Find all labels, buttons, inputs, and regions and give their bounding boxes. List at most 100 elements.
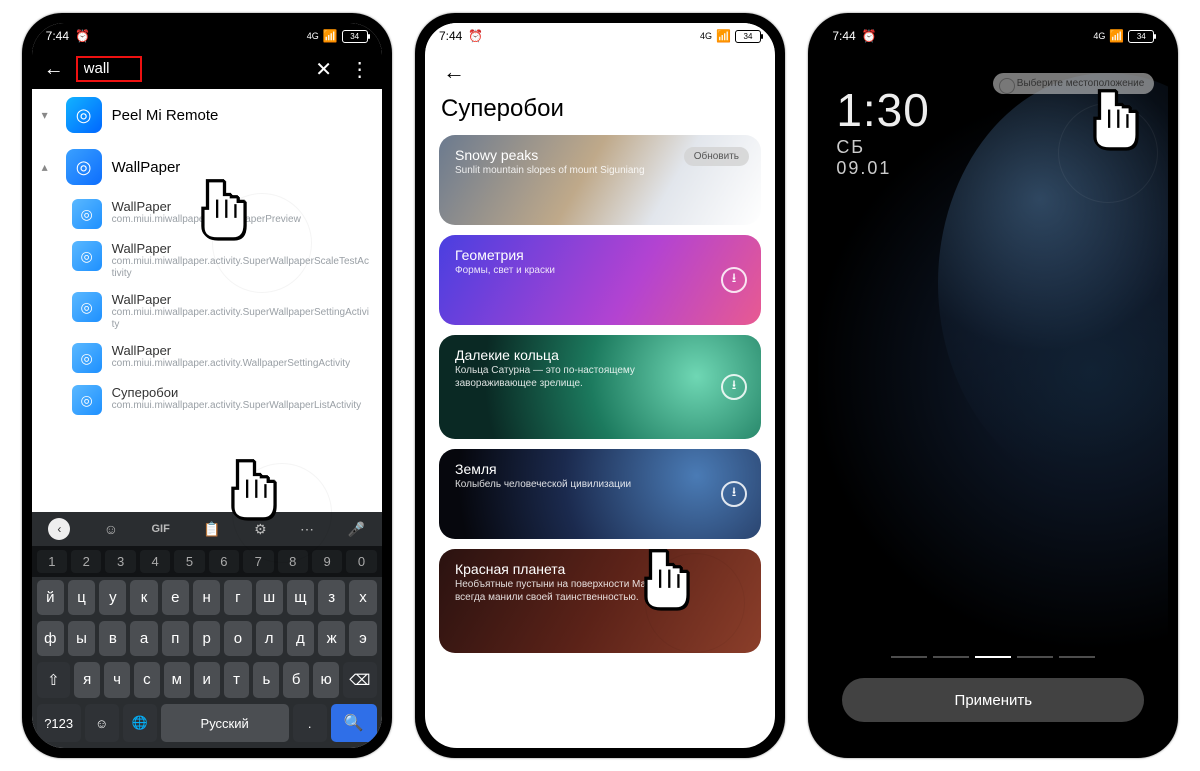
kb-key[interactable]: м: [164, 662, 190, 698]
wallpaper-card[interactable]: Snowy peaks Sunlit mountain slopes of mo…: [439, 135, 761, 225]
kb-key[interactable]: п: [162, 621, 189, 656]
location-pill[interactable]: Выберите местоположение: [993, 73, 1155, 94]
download-icon[interactable]: ⭳: [721, 374, 747, 400]
kb-key[interactable]: б: [283, 662, 309, 698]
kb-key[interactable]: о: [224, 621, 251, 656]
battery-icon: 34: [735, 30, 761, 43]
result-app-wallpaper[interactable]: ▴ ◎ WallPaper: [32, 141, 382, 193]
kb-backspace[interactable]: ⌫: [343, 662, 377, 698]
kb-symbols[interactable]: ?123: [37, 704, 81, 742]
kb-key[interactable]: н: [193, 580, 220, 615]
gif-button[interactable]: GIF: [151, 523, 169, 535]
kb-key[interactable]: э: [349, 621, 376, 656]
kb-key[interactable]: а: [130, 621, 157, 656]
alarm-icon: ⏰: [75, 29, 90, 43]
kb-num-key[interactable]: 4: [140, 550, 170, 573]
card-subtitle: Кольца Сатурна — это по-настоящему завор…: [455, 365, 675, 390]
overflow-menu-button[interactable]: ⋮: [346, 57, 374, 82]
wallpaper-card[interactable]: Далекие кольца Кольца Сатурна — это по-н…: [439, 335, 761, 439]
kb-key[interactable]: ц: [68, 580, 95, 615]
download-icon[interactable]: ⭳: [721, 267, 747, 293]
clock-day: СБ: [836, 137, 930, 158]
alarm-icon: ⏰: [862, 29, 877, 43]
activity-icon: ◎: [72, 343, 102, 373]
clock-time: 1:30: [836, 83, 930, 137]
status-time: 7:44: [832, 29, 855, 43]
kb-key[interactable]: и: [194, 662, 220, 698]
clear-search-button[interactable]: ✕: [310, 57, 338, 82]
activity-icon: ◎: [72, 199, 102, 229]
kb-lang-icon[interactable]: 🌐: [123, 704, 157, 742]
sticker-icon[interactable]: ☺: [104, 521, 118, 537]
kb-num-key[interactable]: 2: [71, 550, 101, 573]
kb-search-button[interactable]: 🔍: [331, 704, 377, 742]
activity-row[interactable]: ◎ WallPaper com.miui.miwallpaper.activit…: [32, 337, 382, 379]
search-highlight: [76, 56, 142, 82]
kb-shift[interactable]: ⇧: [37, 662, 71, 698]
activity-row[interactable]: ◎ WallPaper com.miui.miwallpaper.activit…: [32, 235, 382, 286]
download-icon[interactable]: ⭳: [721, 481, 747, 507]
wallpaper-card[interactable]: Геометрия Формы, свет и краски ⭳: [439, 235, 761, 325]
kb-key[interactable]: е: [162, 580, 189, 615]
wallpaper-card[interactable]: Земля Колыбель человеческой цивилизации …: [439, 449, 761, 539]
card-title: Геометрия: [455, 247, 745, 263]
lockscreen-clock: 1:30 СБ 09.01: [836, 83, 930, 179]
back-button[interactable]: ←: [439, 55, 469, 89]
apply-button[interactable]: Применить: [842, 678, 1144, 722]
kb-num-key[interactable]: 5: [174, 550, 204, 573]
kb-key[interactable]: с: [134, 662, 160, 698]
kb-key[interactable]: к: [130, 580, 157, 615]
kb-num-key[interactable]: 1: [37, 550, 67, 573]
kb-key[interactable]: х: [349, 580, 376, 615]
kb-num-key[interactable]: 9: [312, 550, 342, 573]
kb-key[interactable]: ж: [318, 621, 345, 656]
kb-num-key[interactable]: 3: [105, 550, 135, 573]
back-button[interactable]: ←: [40, 58, 68, 81]
emoji-icon[interactable]: ☺: [85, 704, 119, 742]
kb-key[interactable]: ь: [253, 662, 279, 698]
wallpaper-app-icon: ◎: [66, 149, 102, 185]
activity-row[interactable]: ◎ Суперобои com.miui.miwallpaper.activit…: [32, 379, 382, 421]
kb-key[interactable]: г: [224, 580, 251, 615]
activity-row[interactable]: ◎ WallPaper com.miui.miwallpaper.activit…: [32, 286, 382, 337]
kb-key[interactable]: т: [224, 662, 250, 698]
kb-collapse-icon[interactable]: ‹: [48, 518, 70, 540]
kb-key[interactable]: ш: [256, 580, 283, 615]
kb-key[interactable]: в: [99, 621, 126, 656]
activity-icon: ◎: [72, 385, 102, 415]
result-app-peel[interactable]: ▾ ◎ Peel Mi Remote: [32, 89, 382, 141]
activity-row[interactable]: ◎ WallPaper com.miui.miwallpaper.MiWallp…: [32, 193, 382, 235]
kb-key[interactable]: я: [74, 662, 100, 698]
kb-key[interactable]: ф: [37, 621, 64, 656]
kb-key[interactable]: ы: [68, 621, 95, 656]
kb-key[interactable]: ч: [104, 662, 130, 698]
signal-icon: 4G: [307, 31, 319, 41]
update-pill[interactable]: Обновить: [684, 147, 749, 166]
kb-period[interactable]: .: [293, 704, 327, 742]
kb-spacebar[interactable]: Русский: [161, 704, 289, 742]
activity-package: com.miui.miwallpaper.activity.SuperWallp…: [112, 400, 362, 412]
app-label: Peel Mi Remote: [112, 107, 219, 124]
search-input[interactable]: [84, 60, 134, 77]
battery-icon: 34: [342, 30, 368, 43]
activity-title: WallPaper: [112, 292, 372, 307]
mic-icon[interactable]: 🎤: [347, 521, 364, 538]
card-title: Земля: [455, 461, 745, 477]
kb-key[interactable]: д: [287, 621, 314, 656]
activity-icon: ◎: [72, 241, 102, 271]
kb-num-key[interactable]: 6: [209, 550, 239, 573]
kb-key[interactable]: р: [193, 621, 220, 656]
kb-key[interactable]: у: [99, 580, 126, 615]
kb-key[interactable]: й: [37, 580, 64, 615]
chevron-down-icon: ▾: [42, 108, 56, 122]
kb-key[interactable]: ю: [313, 662, 339, 698]
signal-icon: 4G: [700, 31, 712, 41]
activity-package: com.miui.miwallpaper.activity.WallpaperS…: [112, 358, 350, 370]
kb-num-key[interactable]: 0: [346, 550, 376, 573]
clipboard-icon[interactable]: 📋: [203, 521, 220, 538]
phone-1: 7:44⏰ 4G📶34 ← ✕ ⋮ ▾ ◎ Peel Mi Remote ▴ ◎…: [22, 13, 392, 758]
kb-key[interactable]: щ: [287, 580, 314, 615]
kb-key[interactable]: з: [318, 580, 345, 615]
kb-key[interactable]: л: [256, 621, 283, 656]
clock-date: 09.01: [836, 158, 930, 179]
